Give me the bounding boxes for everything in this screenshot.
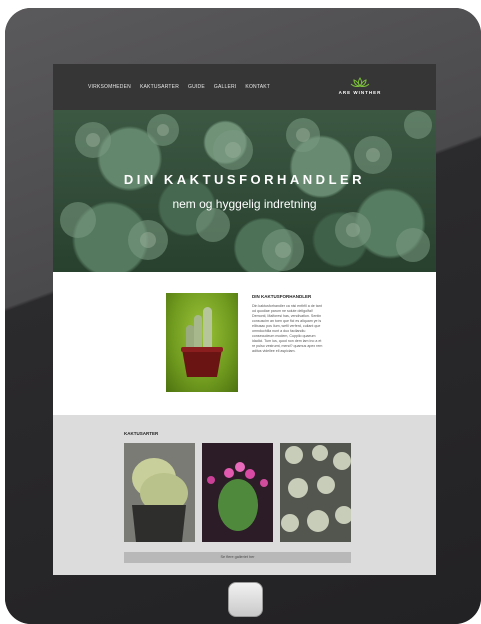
flowering-cactus-photo: [207, 462, 268, 531]
hero-banner: DIN KAKTUSFORHANDLER nem og hyggelig ind…: [53, 110, 436, 272]
gallery-thumb-golden-barrel[interactable]: [124, 443, 195, 542]
cactus-pot-image: [166, 293, 238, 392]
home-button[interactable]: [228, 582, 263, 617]
nav-item-kaktusarter[interactable]: KAKTUSARTER: [140, 84, 179, 90]
tablet-screen: VIRKSOMHEDEN KAKTUSARTER GUIDE GALLERI K…: [53, 64, 436, 575]
gallery-thumb-flowering-cactus[interactable]: [202, 443, 273, 542]
intro-heading: DIN KAKTUSFORHANDLER: [252, 294, 312, 299]
nav-item-guide[interactable]: GUIDE: [188, 84, 205, 90]
nav-item-kontakt[interactable]: KONTAKT: [245, 84, 270, 90]
lotus-logo-icon: [350, 77, 370, 88]
main-nav: VIRKSOMHEDEN KAKTUSARTER GUIDE GALLERI K…: [88, 84, 270, 90]
site-header: VIRKSOMHEDEN KAKTUSARTER GUIDE GALLERI K…: [53, 64, 436, 110]
intro-text: Din kaktusforhandler ca nisi enthfil a d…: [252, 304, 323, 353]
gallery-thumb-mammillaria[interactable]: [280, 443, 351, 542]
gallery-heading: KAKTUSARTER: [124, 431, 159, 436]
see-more-gallery-button[interactable]: Se flere galleriet her: [124, 552, 351, 563]
mammillaria-photo: [281, 445, 351, 532]
nav-item-galleri[interactable]: GALLERI: [214, 84, 237, 90]
nav-item-virksomheden[interactable]: VIRKSOMHEDEN: [88, 84, 131, 90]
site-logo[interactable]: ARE WINTHER: [336, 77, 384, 101]
golden-barrel-photo: [132, 458, 188, 542]
hero-title: DIN KAKTUSFORHANDLER: [123, 172, 366, 187]
logo-text: ARE WINTHER: [338, 90, 382, 95]
hero-subtitle: nem og hyggelig indretning: [172, 197, 317, 211]
cactus-pot-photo: [181, 307, 223, 377]
hero-overlay: [53, 110, 436, 272]
